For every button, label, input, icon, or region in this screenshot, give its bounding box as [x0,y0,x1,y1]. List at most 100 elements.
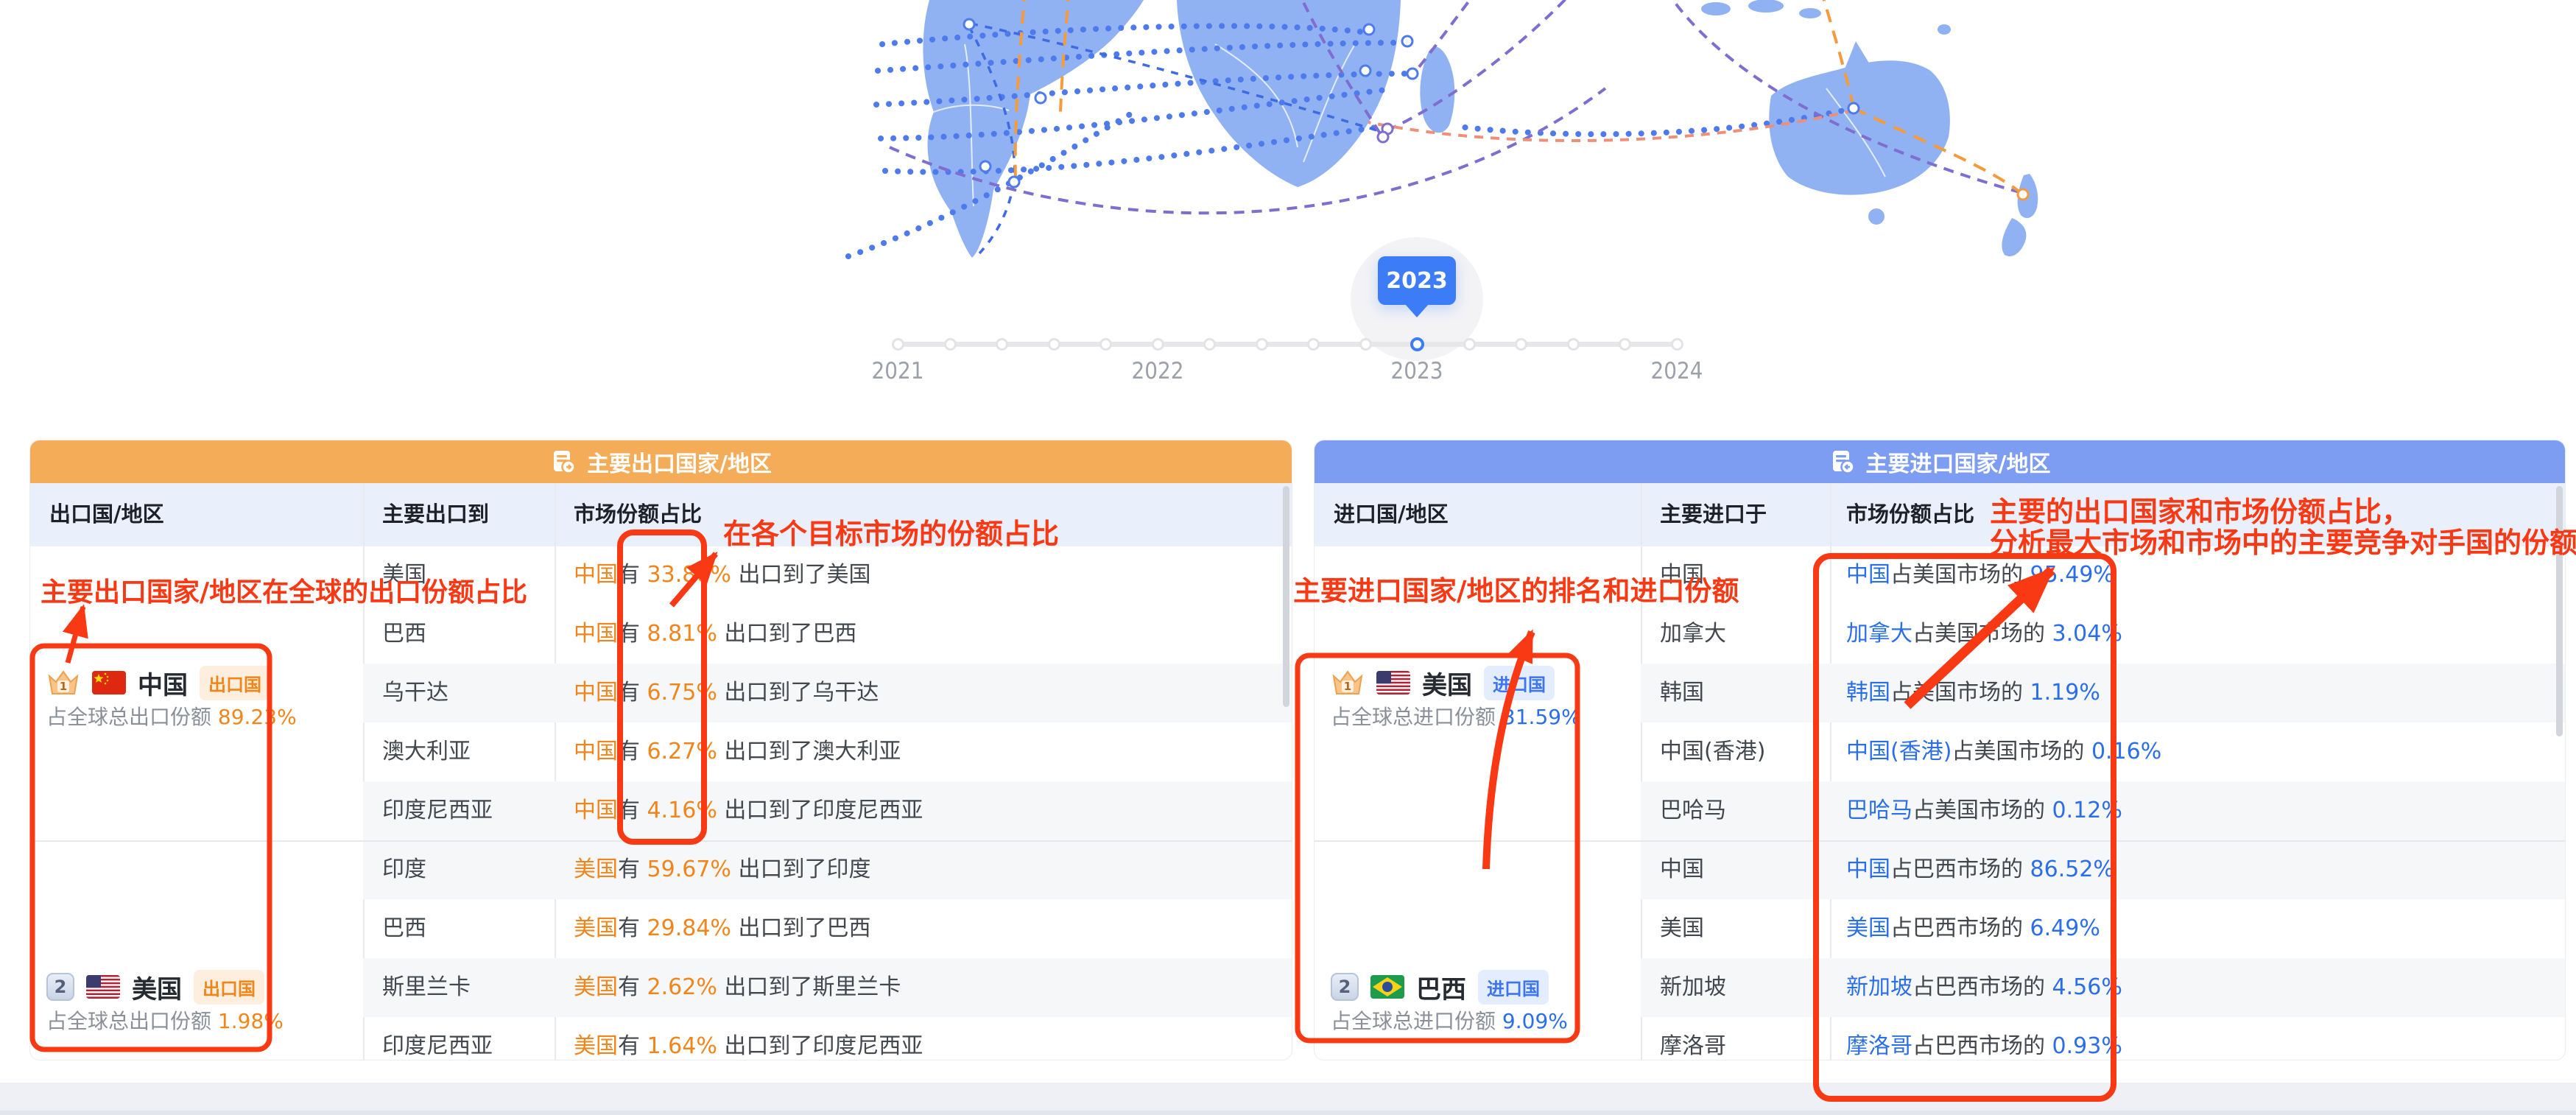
export-table: 主要出口国家/地区 出口国/地区 主要出口到 市场份额占比 美国 中国有 33.… [29,440,1292,1061]
timeline-dot[interactable] [1203,338,1216,351]
import-table-header: 主要进口国家/地区 [1315,440,2565,483]
share-cell: 新加坡占巴西市场的 4.56% [1846,958,2122,1017]
share-cell: 韩国占美国市场的 1.19% [1846,664,2100,722]
timeline-dot[interactable] [1256,338,1268,351]
table-row[interactable]: 中国 中国占巴西市场的 86.52% [1641,840,2565,899]
destination-cell: 印度尼西亚 [382,1017,493,1061]
source-cell: 中国 [1660,840,1704,899]
table-row[interactable]: 印度尼西亚 中国有 4.16% 出口到了印度尼西亚 [363,781,1292,840]
importer-tag: 进口国 [1478,970,1549,1005]
source-cell: 新加坡 [1660,958,1726,1017]
table-row[interactable]: 加拿大 加拿大占美国市场的 3.04% [1641,605,2565,664]
table-row[interactable]: 印度 美国有 59.67% 出口到了印度 [363,840,1292,899]
share-cell: 中国(香港)占美国市场的 0.16% [1846,722,2161,781]
trade-dashboard-screen: 2021 2022 2023 2024 2023 主要出口国家/地区 出口国/地… [0,0,2576,1115]
rank-1-crown-icon: 1 [46,667,80,698]
table-row[interactable]: 澳大利亚 中国有 6.27% 出口到了澳大利亚 [363,722,1292,781]
share-cell: 美国有 29.84% 出口到了巴西 [574,899,870,958]
timeline-year-label[interactable]: 2024 [1625,358,1728,384]
table-row[interactable]: 巴西 美国有 29.84% 出口到了巴西 [363,899,1292,958]
source-cell: 巴哈马 [1660,781,1726,840]
group-divider [1315,840,2565,842]
annotation-import-share-line2: 分析最大市场和市场中的主要竞争对手国的份额 [1990,520,2576,560]
timeline-dot[interactable] [1048,338,1060,351]
exporter-tag: 出口国 [200,666,270,700]
share-cell: 巴哈马占美国市场的 0.12% [1846,781,2122,840]
table-row[interactable]: 斯里兰卡 美国有 2.62% 出口到了斯里兰卡 [363,958,1292,1017]
importer-name: 巴西 [1416,969,1466,1005]
table-row[interactable]: 巴哈马 巴哈马占美国市场的 0.12% [1641,781,2565,840]
share-cell: 美国有 2.62% 出口到了斯里兰卡 [574,958,901,1017]
rank-2-badge-icon: 2 [46,973,74,1001]
column-label: 市场份额占比 [574,483,702,546]
exporter-share: 占全球总出口份额 89.23% [46,704,297,731]
timeline-dot[interactable] [1619,338,1631,351]
flag-usa [86,975,120,999]
timeline-dot[interactable] [1307,338,1320,351]
table-row[interactable]: 中国(香港) 中国(香港)占美国市场的 0.16% [1641,722,2565,781]
timeline-year-label[interactable]: 2022 [1106,358,1209,384]
export-list-icon [550,449,577,475]
table-row[interactable]: 乌干达 中国有 6.75% 出口到了乌干达 [363,664,1292,722]
exporter-card-rank2[interactable]: 2 美国 出口国 [46,970,264,1004]
timeline-year-label[interactable]: 2023 [1365,358,1468,384]
destination-cell: 斯里兰卡 [382,958,471,1017]
table-row[interactable]: 美国 美国占巴西市场的 6.49% [1641,899,2565,958]
world-map [0,0,2576,412]
share-cell: 中国占巴西市场的 86.52% [1846,840,2114,899]
exporter-name: 美国 [132,969,182,1005]
table-row[interactable]: 韩国 韩国占美国市场的 1.19% [1641,664,2565,722]
timeline-tooltip[interactable]: 2023 [1378,256,1456,305]
share-cell: 美国占巴西市场的 6.49% [1846,899,2100,958]
timeline-dot[interactable] [1152,338,1164,351]
timeline-dot[interactable] [1463,338,1476,351]
annotation-export-share-column: 在各个目标市场的份额占比 [723,511,1059,552]
rank-1-crown-icon: 1 [1331,667,1365,698]
timeline-dot-active[interactable] [1410,337,1424,351]
table-row[interactable]: 新加坡 新加坡占巴西市场的 4.56% [1641,958,2565,1017]
exporter-card-rank1[interactable]: 1 中国 出口国 [46,666,270,700]
timeline-dot[interactable] [1515,338,1527,351]
destination-cell: 乌干达 [382,664,448,722]
timeline-dot[interactable] [1671,338,1683,351]
importer-card-rank2[interactable]: 2 巴西 进口国 [1331,970,1549,1004]
exporter-tag: 出口国 [194,970,264,1005]
column-label: 出口国/地区 [49,483,164,546]
export-column-header: 出口国/地区 主要出口到 市场份额占比 [30,483,1292,546]
source-cell: 中国(香港) [1660,722,1765,781]
table-row[interactable]: 印度尼西亚 美国有 1.64% 出口到了印度尼西亚 [363,1017,1292,1061]
destination-cell: 印度尼西亚 [382,781,493,840]
share-cell: 中国有 4.16% 出口到了印度尼西亚 [574,781,923,840]
flag-brazil [1370,975,1404,999]
destination-cell: 巴西 [382,605,426,664]
timeline-track[interactable] [898,342,1677,347]
exporter-name: 中国 [138,665,188,701]
timeline-dot[interactable] [1359,338,1372,351]
column-label: 主要出口到 [382,483,489,546]
svg-text:1: 1 [1344,680,1351,693]
svg-text:1: 1 [60,680,67,693]
share-cell: 摩洛哥占巴西市场的 0.93% [1846,1017,2122,1061]
timeline-dot[interactable] [996,338,1008,351]
importer-card-rank1[interactable]: 1 美国 进口国 [1331,666,1555,700]
source-cell: 加拿大 [1660,605,1726,664]
timeline-dot[interactable] [1567,338,1580,351]
source-cell: 美国 [1660,899,1704,958]
export-table-title: 主要出口国家/地区 [587,446,772,478]
timeline-dot[interactable] [1099,338,1112,351]
table-row[interactable]: 摩洛哥 摩洛哥占巴西市场的 0.93% [1641,1017,2565,1061]
table-row[interactable]: 巴西 中国有 8.81% 出口到了巴西 [363,605,1292,664]
annotation-import-cards: 主要进口国家/地区的排名和进口份额 [1293,569,1739,608]
table-scrollbar[interactable] [1283,486,1289,707]
column-label: 市场份额占比 [1846,483,1974,546]
page-bottom-edge [0,1111,2576,1115]
annotation-export-cards: 主要出口国家/地区在全球的出口份额占比 [41,571,527,609]
share-cell: 中国有 6.27% 出口到了澳大利亚 [574,722,901,781]
timeline-dot[interactable] [944,338,957,351]
timeline-dot[interactable] [892,338,904,351]
export-table-header: 主要出口国家/地区 [30,440,1292,483]
importer-share: 占全球总进口份额 9.09% [1331,1008,1568,1035]
share-cell: 美国有 1.64% 出口到了印度尼西亚 [574,1017,923,1061]
timeline-year-label[interactable]: 2021 [846,358,949,384]
share-cell: 加拿大占美国市场的 3.04% [1846,605,2122,664]
